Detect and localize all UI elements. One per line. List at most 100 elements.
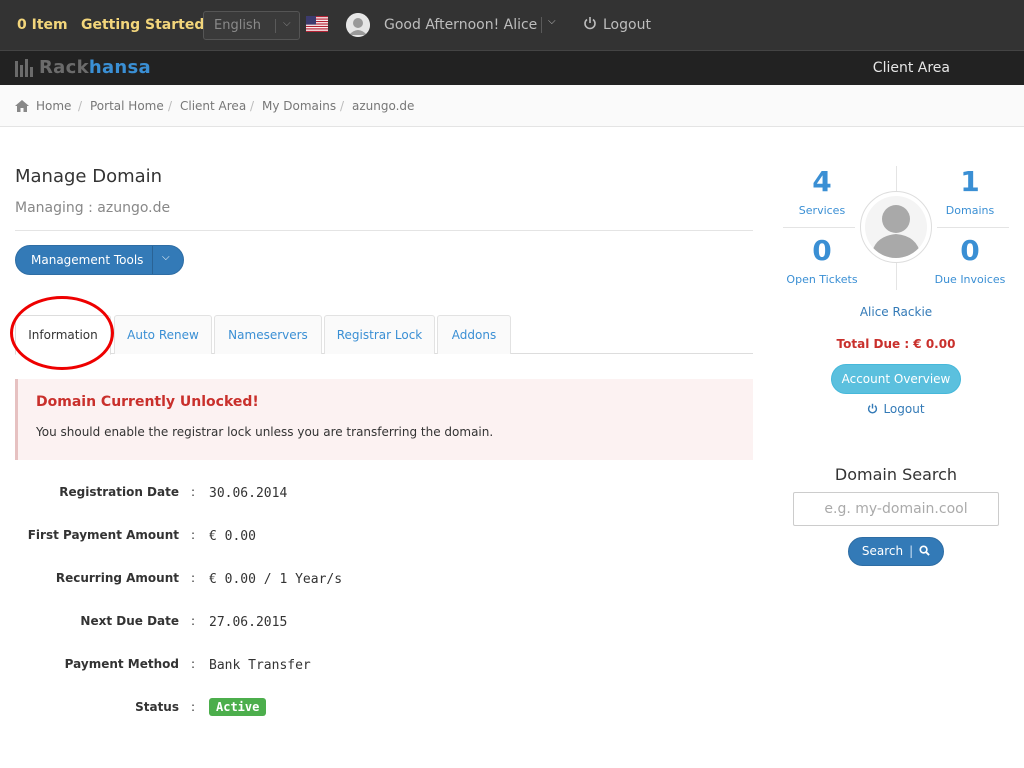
domain-search-button[interactable]: Search |: [848, 537, 944, 566]
info-colon: :: [191, 700, 196, 714]
alert-heading: Domain Currently Unlocked!: [36, 394, 259, 410]
info-value: € 0.00: [209, 529, 256, 544]
info-value: 27.06.2015: [209, 615, 288, 630]
divider: [783, 227, 855, 228]
brand-name: Rackhansa: [39, 57, 151, 78]
management-tools-label: Management Tools: [31, 253, 144, 267]
info-colon: :: [191, 657, 196, 671]
stat-label: Due Invoices: [934, 273, 1006, 286]
search-button-label: Search: [861, 544, 904, 558]
stat-label: Services: [798, 204, 846, 217]
breadcrumb-portal-home[interactable]: Portal Home: [90, 85, 164, 127]
info-colon: :: [191, 485, 196, 499]
stat-value: 0: [960, 234, 980, 267]
logout-link-top[interactable]: Logout: [583, 0, 651, 50]
user-avatar: [860, 191, 932, 263]
info-label: Payment Method: [64, 657, 179, 671]
unlocked-alert: Domain Currently Unlocked! You should en…: [15, 379, 753, 460]
breadcrumb-my-domains[interactable]: My Domains: [262, 85, 336, 127]
logout-label: Logout: [883, 402, 925, 416]
brand-bar: Rackhansa Client Area: [0, 50, 1024, 85]
info-colon: :: [191, 571, 196, 585]
stat-services[interactable]: 4 Services: [777, 165, 867, 218]
breadcrumb-home[interactable]: Home: [36, 85, 71, 127]
info-row-next-due-date: Next Due Date : 27.06.2015: [0, 614, 760, 634]
chevron-down-icon[interactable]: ⌵: [548, 16, 556, 27]
info-value: 30.06.2014: [209, 486, 288, 501]
chevron-down-icon[interactable]: ⌵: [162, 252, 170, 263]
info-row-recurring-amount: Recurring Amount : € 0.00 / 1 Year/s: [0, 571, 760, 591]
logo-bars-icon: [15, 59, 33, 77]
button-divider: |: [909, 544, 914, 558]
breadcrumb-separator: /: [78, 99, 83, 113]
brand-name-part2: hansa: [88, 57, 151, 78]
cart-link[interactable]: 0 Item: [17, 0, 68, 50]
status-badge: Active: [209, 698, 267, 716]
breadcrumb-separator: /: [340, 99, 345, 113]
breadcrumb-separator: /: [168, 99, 173, 113]
domain-tabs: Information Auto Renew Nameservers Regis…: [15, 315, 753, 355]
logout-label: Logout: [603, 17, 651, 33]
stat-domains[interactable]: 1 Domains: [925, 165, 1015, 218]
client-area-nav-link[interactable]: Client Area: [873, 51, 950, 85]
info-row-first-payment: First Payment Amount : € 0.00: [0, 528, 760, 548]
user-avatar-small[interactable]: [346, 13, 370, 37]
greeting-divider: [541, 17, 542, 33]
divider: [15, 230, 753, 231]
button-divider: [152, 246, 153, 274]
domain-search-input[interactable]: [793, 492, 999, 526]
tab-registrar-lock[interactable]: Registrar Lock: [324, 315, 435, 354]
divider: [937, 227, 1009, 228]
stat-due-invoices[interactable]: 0 Due Invoices: [925, 234, 1015, 287]
alert-text: You should enable the registrar lock unl…: [36, 425, 494, 439]
tab-nameservers[interactable]: Nameservers: [214, 315, 322, 354]
stat-value: 1: [960, 165, 980, 198]
info-label: First Payment Amount: [27, 528, 179, 542]
breadcrumb-current: azungo.de: [352, 99, 415, 113]
search-icon: [919, 545, 930, 556]
info-value: Bank Transfer: [209, 658, 311, 673]
home-icon: [15, 100, 29, 112]
stat-open-tickets[interactable]: 0 Open Tickets: [777, 234, 867, 287]
tab-addons[interactable]: Addons: [437, 315, 511, 354]
chevron-down-icon: ⌵: [283, 18, 291, 29]
info-value: € 0.00 / 1 Year/s: [209, 572, 343, 587]
top-navbar: 0 Item Getting Started English ⌵ Good Af…: [0, 0, 1024, 50]
breadcrumb-separator: /: [250, 99, 255, 113]
tab-information[interactable]: Information: [15, 315, 111, 355]
stat-label: Open Tickets: [786, 273, 858, 286]
user-silhouette-icon: [871, 205, 921, 258]
brand-name-part1: Rack: [39, 57, 89, 78]
language-select-divider: [275, 19, 276, 33]
breadcrumb-client-area[interactable]: Client Area: [180, 85, 246, 127]
page-title: Manage Domain: [15, 166, 163, 187]
language-select-value: English: [214, 18, 261, 33]
user-name-link[interactable]: Alice Rackie: [783, 305, 1009, 319]
info-row-payment-method: Payment Method : Bank Transfer: [0, 657, 760, 677]
breadcrumb: Home / Portal Home / Client Area / My Do…: [0, 85, 1024, 127]
greeting-menu[interactable]: Good Afternoon! Alice: [384, 0, 537, 50]
account-overview-button[interactable]: Account Overview: [831, 364, 961, 394]
info-label: Next Due Date: [80, 614, 179, 628]
logout-link-sidebar[interactable]: Logout: [783, 402, 1009, 416]
info-label: Registration Date: [59, 485, 179, 499]
tab-auto-renew[interactable]: Auto Renew: [114, 315, 212, 354]
page-subtitle: Managing : azungo.de: [15, 200, 171, 216]
info-row-registration-date: Registration Date : 30.06.2014: [0, 485, 760, 505]
info-row-status: Status : Active: [0, 698, 760, 720]
us-flag-icon[interactable]: [306, 16, 328, 32]
info-label: Status: [135, 700, 179, 714]
power-icon: [868, 403, 878, 414]
stat-value: 0: [812, 234, 832, 267]
user-silhouette-icon: [346, 13, 370, 37]
management-tools-button[interactable]: Management Tools ⌵: [15, 245, 184, 275]
info-label: Recurring Amount: [55, 571, 179, 585]
stat-value: 4: [812, 165, 832, 198]
total-due: Total Due : € 0.00: [836, 337, 956, 351]
language-select[interactable]: English ⌵: [203, 11, 300, 40]
avatar-inner: [865, 196, 927, 258]
getting-started-link[interactable]: Getting Started: [81, 0, 204, 50]
info-colon: :: [191, 528, 196, 542]
stat-label: Domains: [945, 204, 995, 217]
power-icon: [584, 17, 596, 30]
